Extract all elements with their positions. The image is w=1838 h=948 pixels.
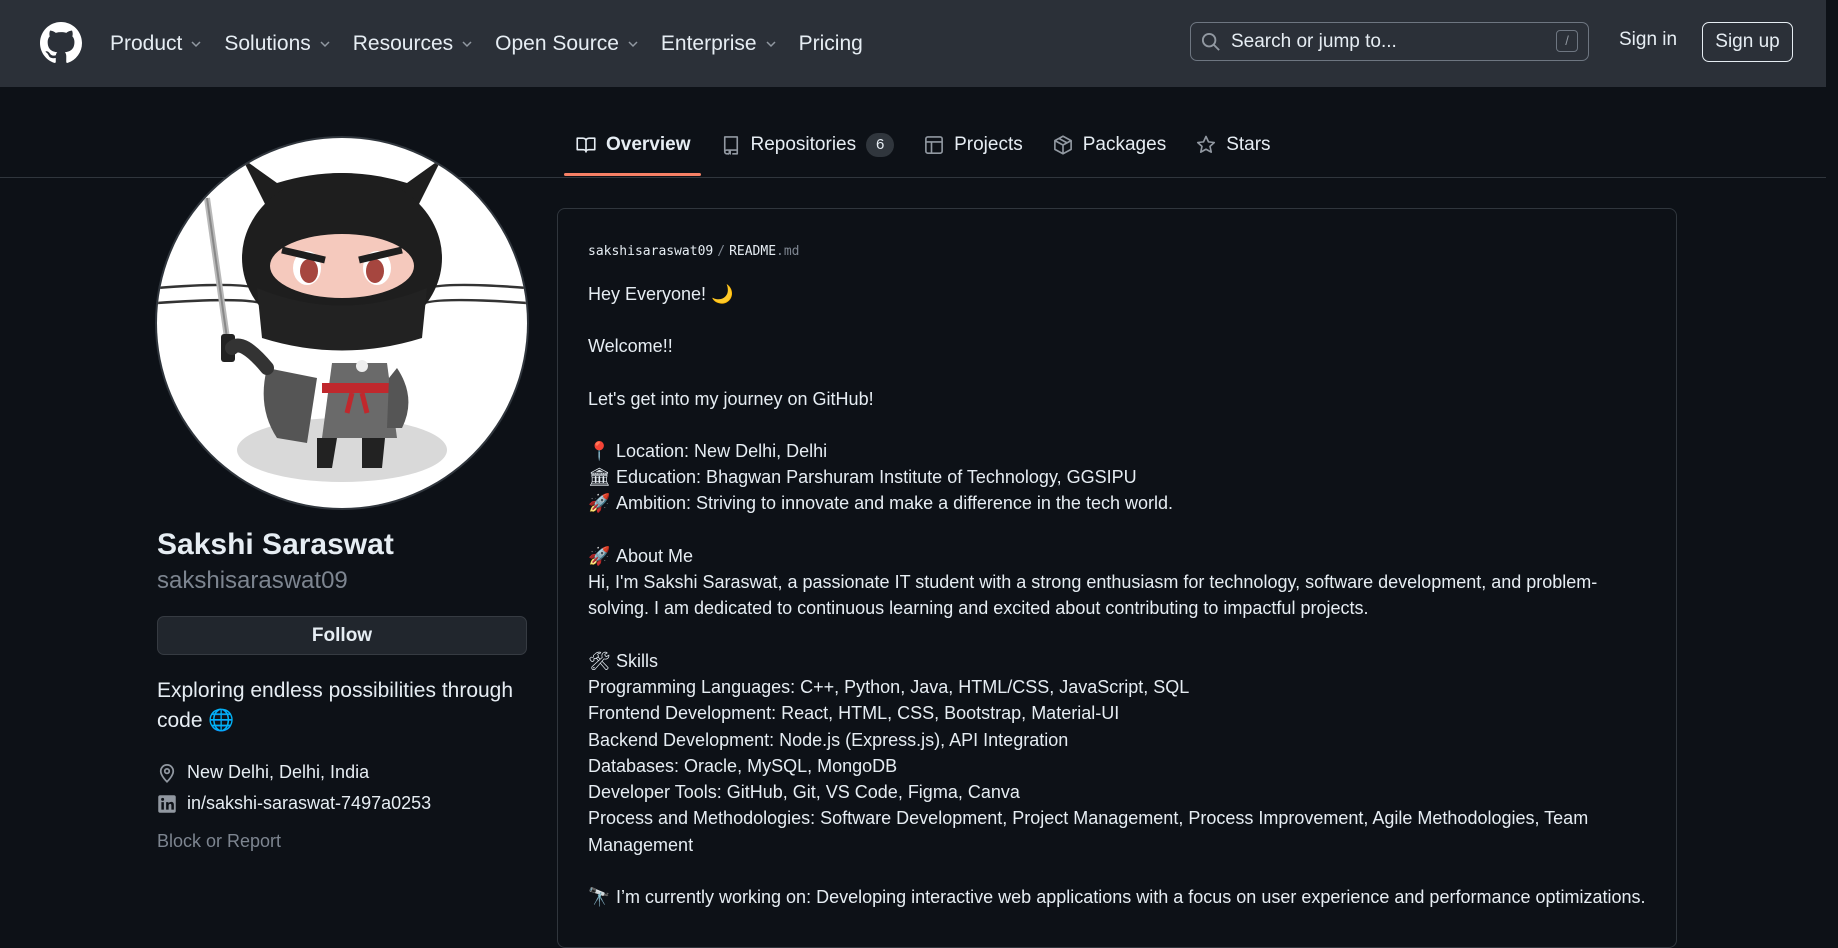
chevron-down-icon [320, 40, 330, 47]
readme-education: Education: Bhagwan Parshuram Institute o… [616, 467, 1137, 488]
readme-skills-block: 🛠 Skills Programming Languages: C++, Pyth… [588, 648, 1648, 858]
readme-greeting: Hey Everyone! 🌙 [588, 284, 734, 304]
bio-line-1: Exploring endless possibilities through [157, 679, 514, 702]
skill-line: Process and Methodologies: Software Deve… [588, 808, 1589, 855]
rocket-emoji: 🚀 [588, 493, 611, 514]
readme-working-block: 🔭 I’m currently working on: Developing in… [588, 884, 1648, 910]
rocket-emoji: 🚀 [588, 545, 611, 566]
profile-username: sakshisaraswat09 [157, 567, 348, 594]
skill-line: Frontend Development: React, HTML, CSS, … [588, 703, 1120, 724]
search-placeholder: Search or jump to... [1231, 30, 1397, 52]
readme-location: Location: New Delhi, Delhi [616, 440, 828, 461]
profile-tabs: Overview Repositories 6 Projects Package… [564, 114, 1301, 176]
readme-about-heading: 🚀 About Me [588, 543, 1648, 569]
ninja-octocat-avatar-image [157, 158, 527, 482]
readme-skills-heading: 🛠 Skills [588, 648, 1648, 674]
chevron-down-icon [766, 40, 776, 47]
page-scrollbar[interactable] [1826, 0, 1838, 924]
readme-welcome: Welcome!! [588, 336, 673, 357]
skill-line: Backend Development: Node.js (Express.js… [588, 729, 1069, 750]
chevron-down-icon [191, 40, 201, 47]
readme-working-line: 🔭 I’m currently working on: Developing in… [588, 884, 1648, 910]
avatar[interactable] [157, 138, 527, 508]
table-icon [925, 136, 944, 154]
profile-name: Sakshi Saraswat [157, 528, 394, 561]
sign-in-link[interactable]: Sign in [1619, 29, 1677, 51]
readme-about-block: 🚀 About Me Hi, I'm Sakshi Saraswat, a pas… [588, 543, 1648, 622]
block-or-report-link[interactable]: Block or Report [157, 831, 281, 852]
tab-stars-label: Stars [1226, 134, 1271, 155]
nav-resources-label: Resources [352, 31, 454, 55]
nav-enterprise-label: Enterprise [660, 31, 757, 55]
package-icon [1053, 135, 1072, 155]
profile-bio: Exploring endless possibilities through … [157, 676, 527, 736]
readme-info-block: 📍 Location: New Delhi, Delhi 🏛 Education: … [588, 438, 1648, 517]
linkedin-icon [158, 794, 176, 813]
skill-line: Developer Tools: GitHub, Git, VS Code, F… [588, 782, 1020, 803]
tab-packages[interactable]: Packages [1053, 114, 1166, 176]
repo-icon [723, 136, 738, 155]
search-shortcut-hint: / [1556, 30, 1578, 52]
pin-emoji: 📍 [588, 440, 611, 461]
nav-solutions[interactable]: Solutions [224, 32, 330, 56]
nav-pricing[interactable]: Pricing [799, 32, 863, 56]
tab-overview-label: Overview [606, 134, 691, 155]
readme-about-text: Hi, I'm Sakshi Saraswat, a passionate IT… [588, 572, 1598, 619]
sign-up-button[interactable]: Sign up [1702, 22, 1793, 62]
github-logo-icon[interactable] [40, 22, 82, 64]
repositories-count-badge: 6 [866, 133, 895, 157]
skill-line: Databases: Oracle, MySQL, MongoDB [588, 755, 898, 776]
tab-projects-label: Projects [954, 134, 1023, 155]
tools-emoji: 🛠 [588, 650, 611, 671]
main-nav: Product Solutions Resources Open Source … [110, 0, 885, 87]
readme-filename[interactable]: README [729, 244, 776, 259]
nav-enterprise[interactable]: Enterprise [661, 32, 777, 56]
chevron-down-icon [628, 40, 638, 47]
tab-projects[interactable]: Projects [924, 114, 1023, 176]
profile-location: New Delhi, Delhi, India [157, 762, 369, 783]
readme-owner[interactable]: sakshisaraswat09 [588, 244, 713, 259]
star-icon [1197, 135, 1216, 153]
follow-button[interactable]: Follow [157, 616, 527, 655]
readme-about-title: About Me [616, 545, 694, 566]
tab-repositories[interactable]: Repositories 6 [721, 114, 895, 176]
location-text: New Delhi, Delhi, India [187, 762, 370, 782]
readme-working: I’m currently working on: Developing int… [616, 887, 1646, 908]
readme-skills-title: Skills [616, 650, 659, 671]
book-icon [576, 137, 596, 153]
tab-stars[interactable]: Stars [1196, 114, 1271, 176]
readme-card: sakshisaraswat09 /README.md Hey Everyone!… [557, 208, 1677, 948]
location-pin-icon [159, 763, 175, 783]
tab-overview[interactable]: Overview [564, 114, 700, 176]
search-icon [1201, 32, 1220, 51]
nav-solutions-label: Solutions [224, 31, 311, 55]
nav-open-source-label: Open Source [495, 31, 619, 55]
nav-open-source[interactable]: Open Source [495, 32, 639, 56]
readme-education-line: 🏛 Education: Bhagwan Parshuram Institute … [588, 464, 1648, 490]
linkedin-link[interactable]: in/sakshi-saraswat-7497a0253 [187, 793, 431, 814]
readme-ambition-line: 🚀 Ambition: Striving to innovate and make… [588, 490, 1648, 516]
bio-line-2: code [157, 709, 203, 732]
readme-ambition: Ambition: Striving to innovate and make … [616, 493, 1173, 514]
profile-linkedin[interactable]: in/sakshi-saraswat-7497a0253 [157, 793, 431, 814]
tab-repositories-label: Repositories [750, 134, 857, 155]
search-input[interactable]: Search or jump to... / [1190, 22, 1589, 61]
skill-line: Programming Languages: C++, Python, Java… [588, 676, 1190, 697]
readme-body: Hey Everyone! 🌙 Welcome!! Let's get into… [588, 281, 1648, 936]
globe-emoji: 🌐 [208, 709, 235, 732]
nav-product-label: Product [110, 31, 183, 55]
path-separator: / [717, 244, 726, 259]
readme-journey: Let's get into my journey on GitHub! [588, 388, 874, 409]
chevron-down-icon [462, 40, 472, 47]
readme-extension: .md [776, 244, 800, 259]
nav-product[interactable]: Product [110, 32, 202, 56]
top-navigation-bar: Product Solutions Resources Open Source … [0, 0, 1838, 87]
telescope-emoji: 🔭 [588, 887, 611, 908]
nav-pricing-label: Pricing [798, 31, 863, 55]
readme-location-line: 📍 Location: New Delhi, Delhi [588, 438, 1648, 464]
nav-resources[interactable]: Resources [353, 32, 473, 56]
readme-path: sakshisaraswat09 /README.md [588, 244, 800, 259]
classical-building-emoji: 🏛 [588, 467, 611, 488]
tab-packages-label: Packages [1082, 134, 1167, 155]
